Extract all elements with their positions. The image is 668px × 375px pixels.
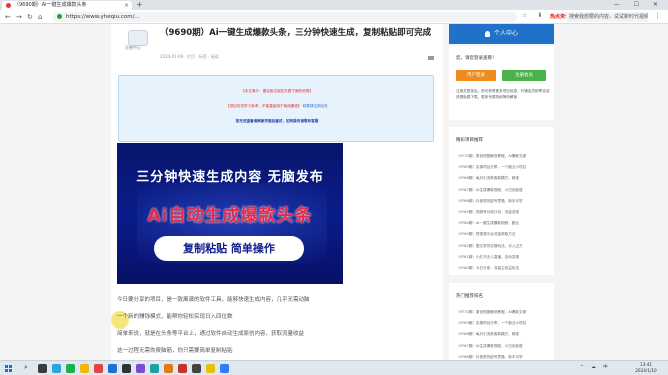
address-bar[interactable]: https://www.yheqiu.com/... <box>52 12 517 22</box>
notice-line-2-blue: 转载请注明出处 <box>302 104 328 108</box>
os-taskbar: ⌕ ^ ☁ 中 13:41 2024/1/10 <box>0 360 668 375</box>
app-icon-editor[interactable] <box>164 364 173 373</box>
paragraph-3: 简单来说，就是在头条等平台上，通过软件自动生成原创内容，获取流量收益 <box>117 331 305 337</box>
banner-title: Ai自动生成爆款头条 <box>147 206 313 226</box>
list-item[interactable]: （9763期）短视频平台流量获取方法 <box>456 229 552 240</box>
site-security-icon <box>57 14 62 19</box>
taskbar-clock[interactable]: 13:41 2024/1/10 <box>628 362 664 374</box>
login-button[interactable]: 用户登录 <box>456 70 496 81</box>
system-tray[interactable]: ^ ☁ 中 <box>580 364 611 370</box>
list-item[interactable]: （9762期）图文带货实操玩法，月入过万 <box>456 241 552 252</box>
list-item[interactable]: （9767期）AI生成爆款视频，小白也能做 <box>456 341 552 352</box>
browser-toolbar: ← → ↻ ⌂ https://www.yheqiu.com/... ☆ ⬇ ⋯… <box>0 10 668 24</box>
app-icon-notes[interactable] <box>206 364 215 373</box>
paragraph-4: 这一过程无需你费脑筋，你只需要简单复制粘贴 <box>117 348 233 354</box>
list-item[interactable]: （9768期）每月引流获客新模式，精准 <box>456 329 552 340</box>
notice-line-2: 【项目仅供学习参考，不能直接用于商用赚钱】 转载请注明出处 <box>119 104 435 109</box>
browser-tab-active[interactable]: （9690期）Ai一键生成爆款头条 × <box>2 1 132 10</box>
browser-tab-bar: （9690期）Ai一键生成爆款头条 × + — ☐ ✕ <box>0 0 668 10</box>
hot-projects-title: 热门推荐排名 <box>456 294 483 299</box>
paragraph-1: 今日要分享的项目，是一款离谱的软件工具，能够快速生成内容，几乎无需动脑 <box>117 297 310 303</box>
latest-projects-card: 精彩项目推荐 （9770期）原创短剧解说教程，AI爆款文案 （9769期）实操项… <box>449 127 554 275</box>
list-item[interactable]: （9761期）小红书无人直播，自动变现 <box>456 252 552 263</box>
article-meta: 2024-01-09 · 栏目 · 标签 · 阅读 <box>160 54 219 59</box>
notice-line-2-red: 【项目仅供学习参考，不能直接用于商用赚钱】 <box>226 104 302 108</box>
app-icon-edge[interactable] <box>108 364 117 373</box>
banner-pill: 复制粘贴 简单操作 <box>154 236 304 261</box>
app-icon-wechat[interactable] <box>66 364 75 373</box>
latest-projects-list: （9770期）原创短剧解说教程，AI爆款文案 （9769期）实操项目分享，一个副… <box>456 151 552 274</box>
app-icon-media[interactable] <box>122 364 131 373</box>
article-title: （9690期）Ai一键生成爆款头条，三分钟快速生成，复制粘贴即可完成 <box>160 28 432 38</box>
list-item[interactable]: （9765期）视频号分成计划，流量变现 <box>456 207 552 218</box>
list-item[interactable]: （9770期）原创短剧解说教程，AI爆款文案 <box>456 151 552 162</box>
reload-icon[interactable]: ↻ <box>27 12 33 22</box>
new-tab-button[interactable]: + <box>136 0 143 10</box>
app-icon-active-browser[interactable] <box>220 364 229 373</box>
author-avatar[interactable] <box>128 30 148 46</box>
latest-projects-title: 精彩项目推荐 <box>456 138 483 143</box>
app-icon-browser[interactable] <box>52 364 61 373</box>
list-item[interactable]: （9767期）AI生成爆款视频，小白也能做 <box>456 185 552 196</box>
browser-search-input[interactable]: 搜索我想要的内容，试试新时代视频 <box>566 12 648 22</box>
taskbar-search-icon[interactable]: ⌕ <box>24 363 28 372</box>
tab-favicon-icon <box>6 3 11 8</box>
banner-headline: 三分钟快速生成内容 无脑发布 <box>136 170 324 185</box>
task-view-icon[interactable] <box>38 364 47 373</box>
url-text: https://www.yheqiu.com/... <box>66 14 140 20</box>
login-card: 您，请您登录查看！ 用户登录 注册会员 注册并登录后，即可获得更多项目信息，开通… <box>449 46 554 120</box>
register-button[interactable]: 注册会员 <box>502 70 546 81</box>
article-banner-image: 三分钟快速生成内容 无脑发布 Ai自动生成爆款头条 复制粘贴 简单操作 <box>117 143 343 284</box>
app-icon-video[interactable] <box>94 364 103 373</box>
notice-box: 【本文简介：建议各位朋友先看下面的说明】 【项目仅供学习参考，不能直接用于商用赚… <box>118 75 434 142</box>
notice-line-3: 如无法查看请刷新页面后重试，如有疑问请联系客服 <box>235 119 319 123</box>
app-icon-chat[interactable] <box>150 364 159 373</box>
forward-icon[interactable]: → <box>16 12 22 22</box>
user-center-label: 个人中心 <box>494 30 519 37</box>
clock-date: 2024/1/10 <box>635 368 657 373</box>
window-controls[interactable]: — ☐ ✕ <box>614 0 664 10</box>
list-item[interactable]: （9766期）抖音带货起号思路，新手可学 <box>456 352 552 360</box>
app-icon-terminal[interactable] <box>192 364 201 373</box>
paragraph-2: 一个新的赚钱模式，能帮你轻松实现日入四位数 <box>117 314 233 320</box>
list-item[interactable]: （9764期）Ai一键生成爆款视频，副业 <box>456 218 552 229</box>
list-item[interactable]: （9760期）今日头条，流量主收益玩法 <box>456 263 552 274</box>
login-greeting: 您，请您登录查看！ <box>456 56 497 61</box>
hot-projects-card: 热门推荐排名 （9770期）原创短剧解说教程，AI爆款文案 （9769期）实操项… <box>449 283 554 360</box>
author-name: 灵感中心 <box>125 45 141 50</box>
list-item[interactable]: （9769期）实操项目分享，一个副业小项目 <box>456 162 552 173</box>
home-icon[interactable]: ⌂ <box>38 12 42 22</box>
list-item[interactable]: （9770期）原创短剧解说教程，AI爆款文案 <box>456 307 552 318</box>
list-item[interactable]: （9769期）实操项目分享，一个副业小项目 <box>456 318 552 329</box>
list-item[interactable]: （9768期）每月引流获客新模式，精准 <box>456 173 552 184</box>
app-icon-recorder[interactable] <box>178 364 187 373</box>
windows-start-icon[interactable] <box>5 365 12 372</box>
notice-line-1: 【本文简介：建议各位朋友先看下面的说明】 <box>241 89 313 93</box>
user-center-header[interactable]: 个人中心 <box>449 24 554 44</box>
hot-projects-list: （9770期）原创短剧解说教程，AI爆款文案 （9769期）实操项目分享，一个副… <box>456 307 552 360</box>
print-icon[interactable] <box>428 56 434 60</box>
close-tab-icon[interactable]: × <box>124 1 129 10</box>
app-icon-folder[interactable] <box>80 364 89 373</box>
article-container: 灵感中心 （9690期）Ai一键生成爆款头条，三分钟快速生成，复制粘贴即可完成 … <box>111 24 443 360</box>
app-icon-tool[interactable] <box>136 364 145 373</box>
browser-menu-icon[interactable]: ⋮ <box>654 12 661 20</box>
login-description: 注册并登录后，即可获得更多项目信息，开通会员即享全站资源免费下载，更多专属特权等… <box>456 89 550 99</box>
back-icon[interactable]: ← <box>5 12 11 22</box>
list-item[interactable]: （9766期）抖音带货起号思路，新手可学 <box>456 196 552 207</box>
user-icon <box>485 31 490 37</box>
tab-title: （9690期）Ai一键生成爆款头条 <box>14 2 87 8</box>
